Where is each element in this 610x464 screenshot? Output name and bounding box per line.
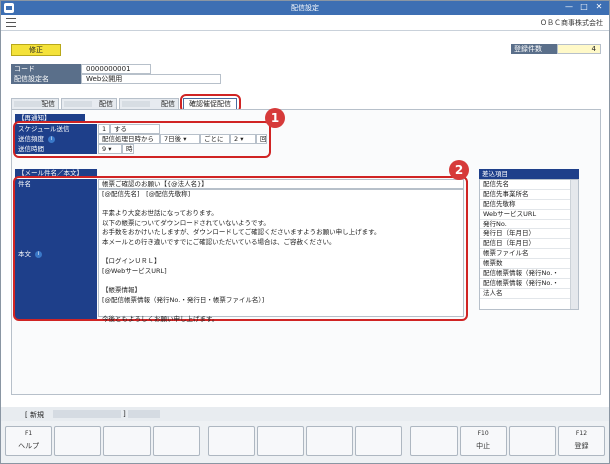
highlight-reminder [13, 121, 271, 158]
list-item[interactable]: 発行日（年月日） [480, 229, 570, 240]
body-line: 【ログインＵＲＬ】 [102, 257, 161, 266]
body-line [99, 305, 463, 315]
insert-items-list: 配信先名 配信先事業所名 配信先敬称 WebサービスURL 発行No. 発行日（… [479, 179, 579, 310]
body-line: 【帳票情報】 [102, 285, 141, 294]
code-label: コード [11, 64, 81, 74]
code-field[interactable]: 0000000001 [81, 64, 151, 74]
list-item[interactable]: 法人名 [480, 289, 570, 299]
header-bar: ＯＢＣ商事株式会社 [1, 15, 609, 31]
callout-2: 2 [449, 160, 469, 180]
list-item[interactable]: 帳票ファイル名 [480, 249, 570, 260]
status-placeholder [53, 410, 121, 418]
list-item[interactable]: 配信先敬称 [480, 200, 570, 210]
list-item[interactable]: 配信先事業所名 [480, 190, 570, 200]
count-value: 4 [557, 44, 601, 54]
setting-name-field[interactable]: Web公開用 [81, 74, 221, 84]
body-line: [@配信先名] [@配信先敬称] [102, 190, 191, 198]
status-new-label: [ 新規 [25, 411, 44, 419]
status-close: ] [123, 410, 126, 418]
menu-icon[interactable] [6, 18, 16, 27]
scrollbar[interactable] [570, 180, 578, 309]
list-item[interactable]: 配信帳票情報（発行No.・ [480, 279, 570, 289]
list-item[interactable]: 発行No. [480, 220, 570, 230]
body-line: 以下の帳票についてダウンロードされていないようです。 [102, 218, 270, 227]
body-line: [@配信帳票情報（発行No.・発行日・帳票ファイル名）] [102, 295, 265, 304]
f8-button[interactable] [355, 426, 403, 456]
company-name: ＯＢＣ商事株式会社 [540, 19, 603, 27]
list-item[interactable]: 配信帳票情報（発行No.・ [480, 269, 570, 279]
f3-button[interactable] [103, 426, 151, 456]
list-item[interactable]: 配信先名 [480, 180, 570, 190]
body-line [99, 248, 463, 258]
mode-badge: 修正 [11, 44, 61, 56]
body-line [99, 200, 463, 210]
insert-items-header: 差込項目 [479, 169, 579, 179]
callout-1: 1 [265, 108, 285, 128]
maximize-button[interactable]: □ [578, 2, 590, 11]
body-line: 平素より大変お世話になっております。 [102, 209, 218, 218]
f9-button[interactable] [410, 426, 458, 456]
body-field[interactable]: [@配信先名] [@配信先敬称] 平素より大変お世話になっております。 以下の帳… [98, 189, 464, 323]
setting-name-label: 配信設定名 [11, 74, 81, 84]
list-item[interactable]: 帳票数 [480, 259, 570, 270]
status-placeholder [128, 410, 160, 418]
count-label: 登録件数 [511, 44, 557, 54]
body-line: 本メールとの行き違いですでにご確認いただいている場合は、ご容赦ください。 [102, 237, 336, 246]
f5-button[interactable] [207, 426, 255, 456]
function-keys: F1 ヘルプ F10 中止 F12 登録 [5, 426, 606, 456]
close-button[interactable]: ✕ [593, 2, 605, 11]
title-bar: 配信設定 — □ ✕ [1, 1, 609, 15]
f2-button[interactable] [54, 426, 102, 456]
f1-help-button[interactable]: F1 ヘルプ [5, 426, 53, 456]
window: 配信設定 — □ ✕ ＯＢＣ商事株式会社 修正 登録件数 4 コード 00000… [0, 0, 610, 464]
minimize-button[interactable]: — [563, 2, 575, 11]
f11-button[interactable] [508, 426, 556, 456]
body-line: [@WebサービスURL] [102, 266, 167, 275]
status-bar: [ 新規 ] [1, 407, 609, 421]
f4-button[interactable] [152, 426, 200, 456]
body-line: お手数をおかけいたしますが、ダウンロードしてご確認くださいますようお願い申し上げ… [102, 228, 381, 237]
f12-register-button[interactable]: F12 登録 [557, 426, 606, 456]
body-line: 今後ともよろしくお願い申し上げます。 [102, 314, 219, 323]
f7-button[interactable] [306, 426, 354, 456]
list-item[interactable]: WebサービスURL [480, 210, 570, 220]
f10-cancel-button[interactable]: F10 中止 [459, 426, 507, 456]
body-line [99, 276, 463, 286]
window-title: 配信設定 [291, 4, 319, 12]
f6-button[interactable] [256, 426, 305, 456]
insert-items-panel: 差込項目 配信先名 配信先事業所名 配信先敬称 WebサービスURL 発行No.… [479, 169, 579, 310]
list-item[interactable]: 配信日（年月日） [480, 239, 570, 250]
